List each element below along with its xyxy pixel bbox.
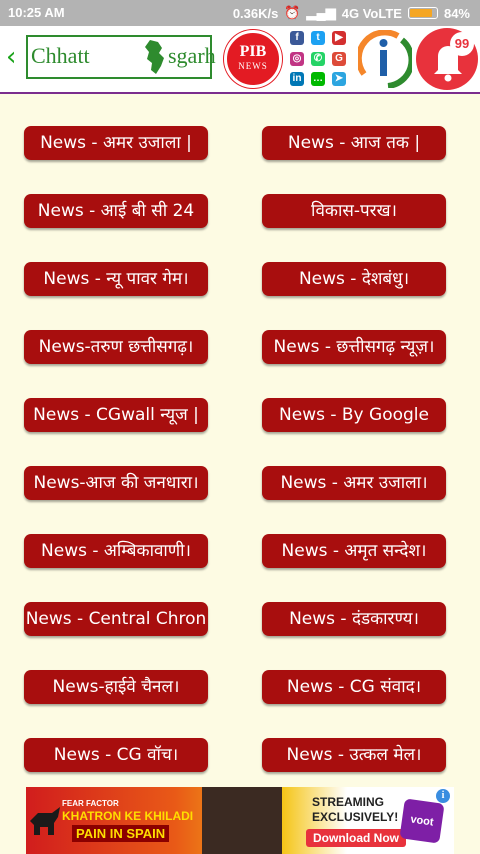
notification-badge: 99 [450, 32, 474, 56]
pib-news-button[interactable]: PIB NEWS [224, 30, 282, 88]
status-bar: 10:25 AM 0.36K/s ⏰ ▂▄▆ 4G VoLTE 84% [0, 0, 480, 26]
chhattisgarh-map-icon [145, 40, 164, 74]
battery-percent: 84% [443, 5, 470, 21]
news-button[interactable]: News - आज तक | [262, 126, 446, 160]
googleplus-icon[interactable]: G [332, 51, 346, 66]
voot-logo: voot [399, 798, 445, 844]
alarm-icon: ⏰ [284, 5, 301, 20]
instagram-icon[interactable]: ◎ [290, 51, 304, 66]
youtube-icon[interactable]: ▶ [332, 31, 346, 45]
ad-download-button[interactable]: Download Now [306, 829, 406, 847]
news-button[interactable]: News - आई बी सी 24 [24, 194, 208, 228]
news-button[interactable]: News - छत्तीसगढ़ न्यूज़। [262, 330, 446, 364]
news-button[interactable]: विकास-परख। [262, 194, 446, 228]
news-button[interactable]: News - CGwall न्यूज | [24, 398, 208, 432]
logo-text-part1: Chhatt [31, 43, 90, 68]
news-button[interactable]: News - CG वॉच। [24, 738, 208, 772]
signal-icon: ▂▄▆ [306, 5, 336, 20]
bull-logo-icon [30, 807, 60, 835]
network-speed: 0.36K/s [232, 5, 279, 21]
telegram-icon[interactable]: ➤ [332, 72, 346, 87]
news-button[interactable]: News - अम्बिकावाणी। [24, 534, 208, 568]
news-button[interactable]: News - अमृत सन्देश। [262, 534, 446, 568]
app-header: ‹ Chhatt sgarh PIB NEWS f t ▶ ◎ ✆ G in …… [0, 26, 480, 94]
news-button[interactable]: News-तरुण छत्तीसगढ़। [24, 330, 208, 364]
ad-brand-line2: KHATRON KE KHILADI [62, 809, 194, 823]
news-button[interactable]: News - न्यू पावर गेम। [24, 262, 208, 296]
digital-india-icon[interactable] [358, 30, 412, 88]
news-button[interactable]: News - अमर उजाला | [24, 126, 208, 160]
ad-banner[interactable]: FEAR FACTOR KHATRON KE KHILADI PAIN IN S… [26, 787, 454, 854]
twitter-icon[interactable]: t [311, 31, 325, 45]
back-arrow-icon[interactable]: ‹ [6, 44, 16, 70]
linkedin-icon[interactable]: in [290, 72, 304, 87]
news-button[interactable]: News-आज की जनधारा। [24, 466, 208, 500]
status-time: 10:25 AM [8, 5, 65, 20]
news-button[interactable]: News - दंडकारण्य। [262, 602, 446, 636]
chhattisgarh-logo[interactable]: Chhatt sgarh [26, 35, 216, 79]
news-button[interactable]: News - उत्कल मेल। [262, 738, 446, 772]
pib-subtitle: NEWS [238, 61, 268, 71]
ad-person-image [202, 787, 282, 854]
logo-text-part2: sgarh [168, 43, 216, 68]
pib-title: PIB [239, 43, 267, 60]
line-icon[interactable]: … [311, 72, 325, 87]
ad-info-icon[interactable]: i [436, 789, 450, 803]
ad-tagline: PAIN IN SPAIN [72, 825, 170, 842]
social-icons-grid: f t ▶ ◎ ✆ G in … ➤ [290, 31, 352, 87]
news-button[interactable]: News - Central Chron [24, 602, 208, 636]
network-type: 4G VoLTE [341, 5, 402, 21]
ad-exclusively: EXCLUSIVELY! [312, 810, 399, 824]
ad-streaming: STREAMING [312, 795, 384, 809]
status-right: 0.36K/s ⏰ ▂▄▆ 4G VoLTE 84% [233, 5, 470, 21]
whatsapp-icon[interactable]: ✆ [311, 51, 325, 66]
news-button[interactable]: News-हाईवे चैनल। [24, 670, 208, 704]
notification-bell-button[interactable]: 99 [416, 28, 478, 90]
news-button[interactable]: News - By Google [262, 398, 446, 432]
news-button[interactable]: News - CG संवाद। [262, 670, 446, 704]
ad-streaming-text: STREAMING EXCLUSIVELY! [312, 795, 398, 825]
news-button[interactable]: News - अमर उजाला। [262, 466, 446, 500]
battery-icon [407, 7, 438, 19]
ad-brand: FEAR FACTOR KHATRON KE KHILADI [62, 797, 193, 823]
news-button[interactable]: News - देशबंधु। [262, 262, 446, 296]
facebook-icon[interactable]: f [290, 31, 304, 45]
